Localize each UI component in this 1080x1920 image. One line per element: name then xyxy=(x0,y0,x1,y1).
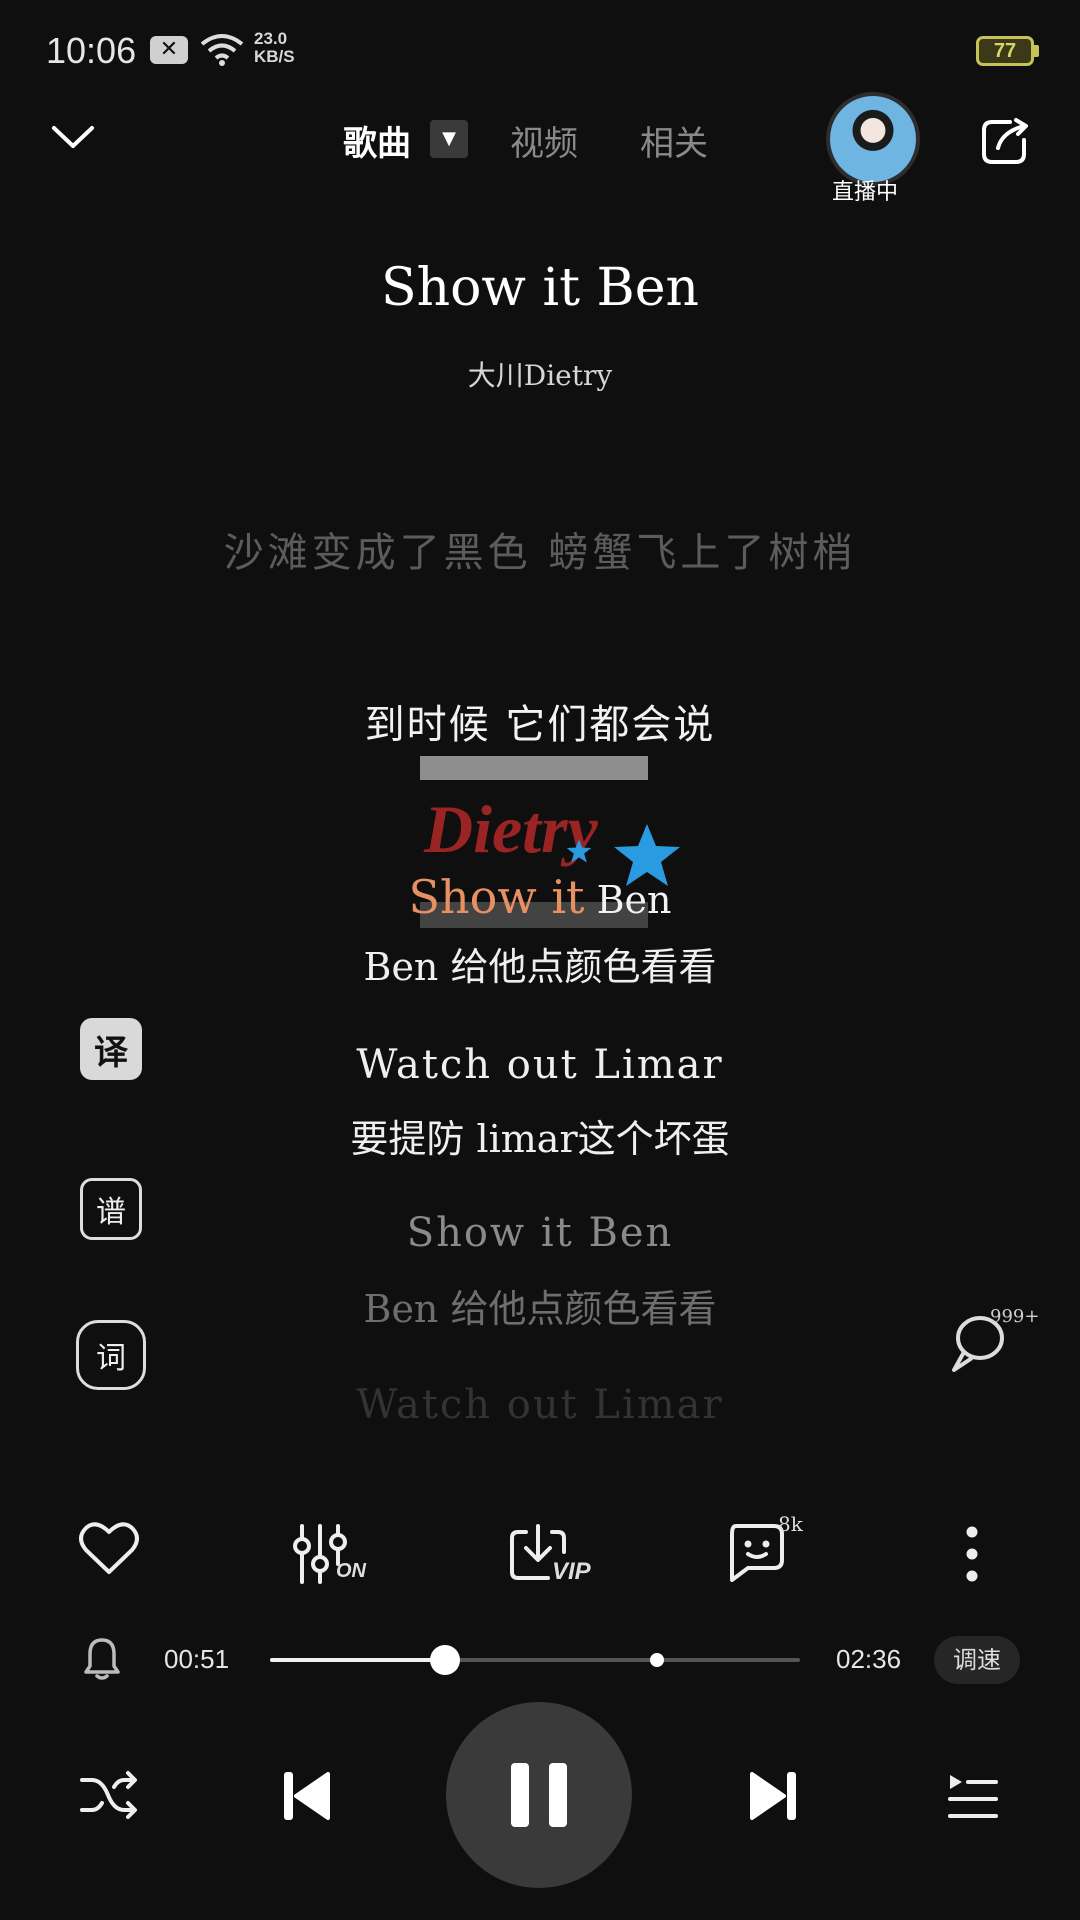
watermark-bar-top xyxy=(420,756,648,780)
net-speed: 23.0 KB/S xyxy=(254,30,295,66)
share-icon[interactable] xyxy=(980,116,1032,166)
star-small-icon xyxy=(566,839,592,863)
equalizer-badge: ON xyxy=(336,1560,366,1582)
previous-icon[interactable] xyxy=(282,1770,332,1822)
progress-thumb[interactable] xyxy=(429,1645,460,1675)
comments-badge: 8k xyxy=(778,1512,803,1536)
progress-slider[interactable] xyxy=(270,1645,800,1675)
net-speed-unit: KB/S xyxy=(254,47,295,66)
lyric-translation[interactable]: Ben 给他点颜色看看 xyxy=(0,1278,1080,1333)
total-time: 02:36 xyxy=(836,1644,902,1674)
artist-name[interactable]: 大川Dietry xyxy=(0,354,1080,394)
live-avatar[interactable] xyxy=(826,92,920,186)
song-title: Show it Ben xyxy=(381,258,699,318)
lyric-line[interactable]: Show it Ben xyxy=(0,1210,1080,1256)
pause-button[interactable] xyxy=(446,1702,632,1888)
tab-song[interactable]: 歌曲 xyxy=(343,116,411,165)
status-time: 10:06 xyxy=(46,30,137,71)
lyric-line[interactable]: 到时候 它们都会说 xyxy=(0,692,1080,750)
shuffle-icon[interactable] xyxy=(78,1768,138,1822)
comment-count: 999+ xyxy=(990,1306,1040,1327)
lyric-line-active[interactable]: Show it Ben xyxy=(0,870,1080,924)
progress-marker xyxy=(649,1653,664,1667)
comments-button[interactable]: 8k xyxy=(724,1512,814,1584)
heart-icon[interactable] xyxy=(78,1520,140,1576)
collapse-chevron-icon[interactable] xyxy=(50,122,96,152)
translate-button[interactable]: 译 xyxy=(80,1018,142,1080)
lyrics-button[interactable]: 词 xyxy=(76,1320,146,1390)
progress-fill xyxy=(270,1658,445,1662)
lyric-translation[interactable]: Ben 给他点颜色看看 xyxy=(0,936,1080,991)
lyric-rest: Ben xyxy=(584,878,672,922)
playlist-icon[interactable] xyxy=(946,1772,1000,1822)
lyric-line[interactable]: Watch out Limar xyxy=(0,1042,1080,1088)
live-label: 直播中 xyxy=(832,180,899,205)
battery-nub xyxy=(1034,45,1039,57)
notification-close-icon: ✕ xyxy=(150,36,188,64)
score-button[interactable]: 谱 xyxy=(80,1178,142,1240)
download-badge: VIP xyxy=(552,1558,591,1585)
next-icon[interactable] xyxy=(748,1770,798,1822)
lyric-line[interactable]: Watch out Limar xyxy=(0,1382,1080,1428)
battery-indicator: 77 xyxy=(976,36,1034,66)
tab-dropdown-icon[interactable]: ▼ xyxy=(430,120,468,158)
pause-bar-icon xyxy=(511,1763,529,1827)
wifi-icon xyxy=(200,34,244,66)
more-icon[interactable] xyxy=(964,1526,980,1582)
lyric-translation[interactable]: 要提防 limar这个坏蛋 xyxy=(0,1108,1080,1163)
lyric-highlight: Show it xyxy=(408,870,585,924)
lyric-line[interactable]: 沙滩变成了黑色 螃蟹飞上了树梢 xyxy=(0,520,1080,578)
bell-icon[interactable] xyxy=(82,1636,122,1680)
download-button[interactable]: VIP xyxy=(508,1522,598,1585)
equalizer-button[interactable]: ON xyxy=(292,1524,382,1584)
pause-bar-icon xyxy=(549,1763,567,1827)
tab-video[interactable]: 视频 xyxy=(510,116,578,165)
net-speed-value: 23.0 xyxy=(254,29,288,48)
current-time: 00:51 xyxy=(164,1644,230,1674)
speed-button[interactable]: 调速 xyxy=(934,1636,1020,1684)
tab-related[interactable]: 相关 xyxy=(640,116,708,165)
